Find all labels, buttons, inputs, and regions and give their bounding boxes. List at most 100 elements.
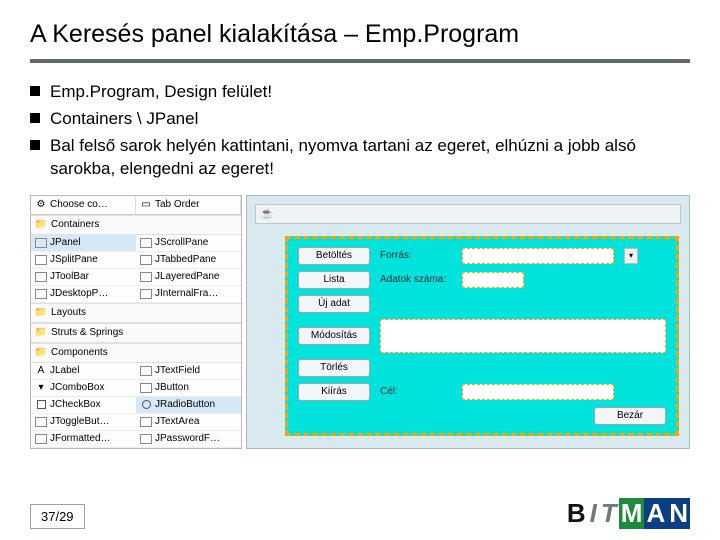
bullet-item: Emp.Program, Design felület! bbox=[30, 81, 690, 104]
palette-items: JPanel JScrollPane JSplitPane JTabbedPan… bbox=[31, 235, 241, 303]
logo-letter: I bbox=[588, 498, 599, 529]
tab-label: Tab Order bbox=[155, 199, 199, 210]
radio-icon bbox=[142, 400, 151, 409]
label-icon: A bbox=[35, 365, 47, 377]
checkbox-icon bbox=[37, 400, 46, 409]
panel-icon bbox=[140, 289, 152, 299]
combo-icon: ▾ bbox=[35, 382, 47, 394]
category-label: Containers bbox=[51, 219, 99, 230]
panel-icon bbox=[35, 272, 47, 282]
folder-icon bbox=[35, 327, 47, 339]
palette-tab[interactable]: ▭Tab Order bbox=[136, 196, 241, 214]
new-button[interactable]: Új adat bbox=[298, 295, 370, 313]
chevron-down-icon[interactable]: ▾ bbox=[624, 248, 638, 264]
bullet-text: Containers \ JPanel bbox=[50, 108, 690, 131]
palette-item[interactable]: JTextField bbox=[136, 363, 241, 380]
item-label: JTextField bbox=[155, 365, 200, 376]
jpanel-selection[interactable]: Betöltés Forrás: ▾ Lista Adatok száma: Ú… bbox=[285, 236, 679, 436]
form-row: Új adat bbox=[298, 295, 666, 313]
form-row: Módosítás bbox=[298, 319, 666, 353]
palette-tab[interactable]: ⚙Choose co… bbox=[31, 196, 136, 214]
source-field[interactable] bbox=[462, 248, 614, 264]
panel-icon bbox=[35, 255, 47, 265]
bullet-marker bbox=[30, 113, 40, 123]
item-label: JPasswordF… bbox=[155, 433, 220, 444]
source-label: Forrás: bbox=[380, 250, 452, 261]
palette-category[interactable]: Components bbox=[31, 343, 241, 363]
gear-icon: ⚙ bbox=[35, 199, 47, 211]
palette-item[interactable]: JScrollPane bbox=[136, 235, 241, 252]
item-label: JLabel bbox=[50, 365, 79, 376]
tab-label: Choose co… bbox=[50, 199, 108, 210]
panel-icon bbox=[35, 289, 47, 299]
palette-item[interactable]: AJLabel bbox=[31, 363, 136, 380]
item-label: JRadioButton bbox=[155, 399, 215, 410]
item-label: JDesktopP… bbox=[50, 288, 108, 299]
palette-item[interactable]: JFormatted… bbox=[31, 431, 136, 448]
bullet-text: Bal felső sarok helyén kattintani, nyomv… bbox=[50, 135, 690, 181]
close-button[interactable]: Bezár bbox=[594, 407, 666, 425]
target-field[interactable] bbox=[462, 384, 614, 400]
load-button[interactable]: Betöltés bbox=[298, 247, 370, 265]
textfield-icon bbox=[140, 366, 152, 376]
logo-letter: M bbox=[619, 498, 645, 529]
palette-category[interactable]: Containers bbox=[31, 215, 241, 235]
palette-header: ⚙Choose co… ▭Tab Order bbox=[31, 196, 241, 215]
item-label: JTabbedPane bbox=[155, 254, 216, 265]
palette-category[interactable]: Struts & Springs bbox=[31, 323, 241, 343]
palette-item[interactable]: JInternalFra… bbox=[136, 286, 241, 303]
count-field[interactable] bbox=[462, 272, 524, 288]
component-palette: ⚙Choose co… ▭Tab Order Containers JPanel… bbox=[30, 195, 242, 449]
palette-item[interactable]: ▾JComboBox bbox=[31, 380, 136, 397]
item-label: JFormatted… bbox=[50, 433, 111, 444]
form-row: Kiírás Cél: bbox=[298, 383, 666, 401]
screenshot-area: ⚙Choose co… ▭Tab Order Containers JPanel… bbox=[30, 195, 690, 449]
palette-item[interactable]: JRadioButton bbox=[136, 397, 241, 414]
bullet-text: Emp.Program, Design felület! bbox=[50, 81, 690, 104]
palette-item-jpanel[interactable]: JPanel bbox=[31, 235, 136, 252]
category-label: Components bbox=[51, 347, 108, 358]
item-label: JTextArea bbox=[155, 416, 199, 427]
palette-item[interactable]: JToolBar bbox=[31, 269, 136, 286]
folder-icon bbox=[35, 219, 47, 231]
palette-item[interactable]: JLayeredPane bbox=[136, 269, 241, 286]
palette-category[interactable]: Layouts bbox=[31, 303, 241, 323]
delete-button[interactable]: Törlés bbox=[298, 359, 370, 377]
palette-item[interactable]: JCheckBox bbox=[31, 397, 136, 414]
logo-letter: B bbox=[565, 498, 588, 529]
coffee-icon: ☕ bbox=[260, 207, 274, 220]
title-rule bbox=[30, 59, 690, 63]
design-canvas[interactable]: ☕ Betöltés Forrás: ▾ Lista Adatok száma:… bbox=[246, 195, 690, 449]
canvas-toolbar: ☕ bbox=[255, 204, 681, 224]
text-area[interactable] bbox=[380, 319, 666, 353]
logo-letter: A bbox=[644, 498, 667, 529]
palette-item[interactable]: JSplitPane bbox=[31, 252, 136, 269]
palette-item[interactable]: JTabbedPane bbox=[136, 252, 241, 269]
target-label: Cél: bbox=[380, 386, 452, 397]
panel-icon bbox=[35, 238, 47, 248]
list-button[interactable]: Lista bbox=[298, 271, 370, 289]
panel-icon bbox=[140, 272, 152, 282]
form-row: Törlés bbox=[298, 359, 666, 377]
folder-icon bbox=[35, 347, 47, 359]
item-label: JScrollPane bbox=[155, 237, 208, 248]
folder-icon bbox=[35, 307, 47, 319]
count-label: Adatok száma: bbox=[380, 274, 452, 285]
write-button[interactable]: Kiírás bbox=[298, 383, 370, 401]
item-label: JComboBox bbox=[50, 382, 104, 393]
form-row: Lista Adatok száma: bbox=[298, 271, 666, 289]
palette-item[interactable]: JTextArea bbox=[136, 414, 241, 431]
modify-button[interactable]: Módosítás bbox=[298, 327, 370, 345]
item-label: JButton bbox=[155, 382, 189, 393]
item-label: JToggleBut… bbox=[50, 416, 109, 427]
form-row: Bezár bbox=[298, 407, 666, 425]
button-icon bbox=[140, 383, 152, 393]
palette-item[interactable]: JDesktopP… bbox=[31, 286, 136, 303]
item-label: JCheckBox bbox=[50, 399, 101, 410]
palette-item[interactable]: JButton bbox=[136, 380, 241, 397]
textarea-icon bbox=[140, 417, 152, 427]
palette-item[interactable]: JPasswordF… bbox=[136, 431, 241, 448]
form-row: Betöltés Forrás: ▾ bbox=[298, 247, 666, 265]
category-label: Struts & Springs bbox=[51, 327, 123, 338]
palette-item[interactable]: JToggleBut… bbox=[31, 414, 136, 431]
